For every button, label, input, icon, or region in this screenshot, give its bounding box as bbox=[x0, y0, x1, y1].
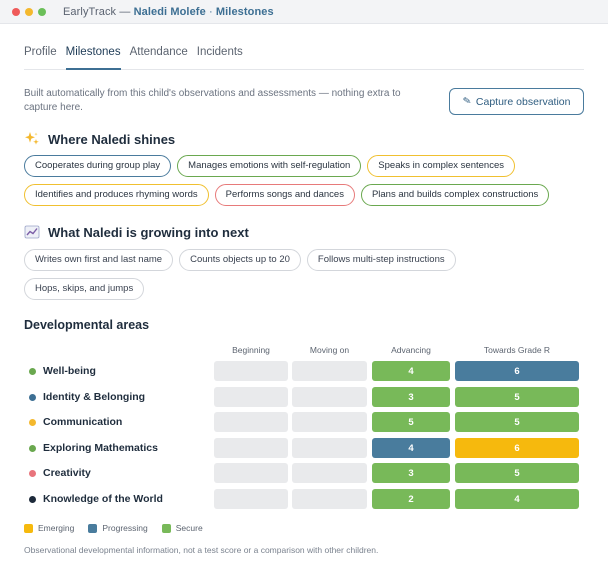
legend-label-secure: Secure bbox=[175, 523, 203, 533]
empty-cell bbox=[292, 463, 367, 483]
legend-item-progressing: Progressing bbox=[88, 523, 148, 533]
score-cell: 5 bbox=[455, 412, 579, 432]
next-step-chip: Writes own first and last name bbox=[24, 249, 174, 271]
title-separator: — bbox=[119, 5, 131, 18]
legend: Emerging Progressing Secure bbox=[24, 523, 217, 533]
area-bullet bbox=[29, 418, 36, 426]
title-middot: · bbox=[208, 5, 213, 18]
area-name: Identity & Belonging bbox=[43, 391, 146, 403]
score-cell: 4 bbox=[372, 361, 450, 381]
area-bullet bbox=[29, 469, 36, 477]
intro-text: Built automatically from this child's ob… bbox=[24, 88, 401, 113]
area-name: Creativity bbox=[43, 467, 91, 479]
empty-cell bbox=[214, 438, 288, 458]
growing-chip-list: Writes own first and last name Counts ob… bbox=[24, 249, 584, 307]
app-name: EarlyTrack bbox=[63, 5, 117, 18]
score-cell: 3 bbox=[372, 387, 450, 407]
window-title: EarlyTrack — Naledi Molefe · Milestones bbox=[63, 6, 274, 18]
area-name: Communication bbox=[43, 416, 123, 428]
area-name: Exploring Mathematics bbox=[43, 442, 158, 454]
score-cell: 5 bbox=[455, 463, 579, 483]
section-name: Milestones bbox=[215, 5, 274, 18]
score-cell: 6 bbox=[455, 361, 579, 381]
tab-profile[interactable]: Profile bbox=[24, 38, 57, 70]
legend-item-emerging: Emerging bbox=[24, 523, 74, 533]
shines-heading: Where Naledi shines bbox=[24, 131, 175, 147]
footnote: Observational developmental information,… bbox=[24, 545, 379, 555]
area-name: Knowledge of the World bbox=[43, 493, 163, 505]
title-bar: EarlyTrack — Naledi Molefe · Milestones bbox=[0, 0, 608, 24]
empty-cell bbox=[214, 361, 288, 381]
column-header-towards-grade-r: Towards Grade R bbox=[483, 345, 551, 355]
next-step-chip: Follows multi-step instructions bbox=[306, 249, 456, 271]
area-row-label: Knowledge of the World bbox=[29, 489, 163, 509]
next-step-chip: Counts objects up to 20 bbox=[179, 249, 301, 271]
legend-swatch-progressing bbox=[88, 523, 98, 533]
area-bullet bbox=[29, 444, 36, 452]
tab-attendance[interactable]: Attendance bbox=[130, 38, 188, 70]
strength-chip: Manages emotions with self-regulation bbox=[177, 155, 362, 177]
legend-item-secure: Secure bbox=[161, 523, 203, 533]
score-cell: 5 bbox=[372, 412, 450, 432]
score-cell: 6 bbox=[455, 438, 579, 458]
close-window-button[interactable] bbox=[12, 7, 20, 16]
legend-swatch-emerging bbox=[24, 523, 33, 533]
area-row-label: Identity & Belonging bbox=[29, 387, 145, 407]
area-bullet bbox=[29, 367, 36, 375]
developmental-areas-title: Developmental areas bbox=[24, 318, 150, 332]
pencil-icon: ✎ bbox=[461, 95, 472, 108]
strength-chip: Identifies and produces rhyming words bbox=[24, 184, 209, 206]
shines-chip-list: Cooperates during group play Manages emo… bbox=[24, 155, 584, 213]
empty-cell bbox=[214, 412, 288, 432]
column-header-advancing: Advancing bbox=[391, 345, 431, 355]
area-bullet bbox=[29, 495, 36, 503]
maximize-window-button[interactable] bbox=[38, 7, 46, 16]
shines-title: Where Naledi shines bbox=[48, 131, 176, 147]
score-cell: 2 bbox=[372, 489, 450, 509]
growing-heading: What Naledi is growing into next bbox=[24, 224, 249, 240]
strength-chip: Cooperates during group play bbox=[24, 155, 172, 177]
score-cell: 3 bbox=[372, 463, 450, 483]
app-window: EarlyTrack — Naledi Molefe · Milestones … bbox=[0, 0, 608, 564]
tab-bar: Profile Milestones Attendance Incidents bbox=[24, 38, 584, 70]
capture-observation-button[interactable]: ✎ Capture observation bbox=[449, 88, 584, 115]
tab-milestones[interactable]: Milestones bbox=[65, 38, 121, 70]
strength-chip: Plans and builds complex constructions bbox=[360, 184, 550, 206]
legend-label-emerging: Emerging bbox=[38, 523, 75, 533]
empty-cell bbox=[214, 463, 288, 483]
empty-cell bbox=[292, 438, 367, 458]
column-header-moving-on: Moving on bbox=[309, 345, 350, 355]
empty-cell bbox=[292, 412, 367, 432]
legend-label-progressing: Progressing bbox=[102, 523, 148, 533]
area-name: Well-being bbox=[43, 365, 96, 377]
capture-observation-label: Capture observation bbox=[475, 95, 571, 108]
legend-swatch-secure bbox=[161, 523, 171, 533]
area-row-label: Exploring Mathematics bbox=[29, 438, 158, 458]
child-name: Naledi Molefe bbox=[133, 5, 206, 18]
empty-cell bbox=[214, 489, 288, 509]
chart-line-icon bbox=[24, 225, 40, 239]
growing-title: What Naledi is growing into next bbox=[48, 224, 249, 240]
empty-cell bbox=[292, 489, 367, 509]
empty-cell bbox=[214, 387, 288, 407]
area-bullet bbox=[29, 393, 36, 401]
strength-chip: Performs songs and dances bbox=[214, 184, 355, 206]
area-row-label: Communication bbox=[29, 412, 122, 432]
column-header-beginning: Beginning bbox=[232, 345, 270, 355]
area-row-label: Creativity bbox=[29, 463, 91, 483]
tab-incidents[interactable]: Incidents bbox=[197, 38, 243, 70]
minimize-window-button[interactable] bbox=[25, 7, 33, 16]
next-step-chip: Hops, skips, and jumps bbox=[24, 278, 145, 300]
score-cell: 4 bbox=[455, 489, 579, 509]
sparkles-icon bbox=[25, 132, 39, 145]
empty-cell bbox=[292, 361, 367, 381]
empty-cell bbox=[292, 387, 367, 407]
area-row-label: Well-being bbox=[29, 361, 96, 381]
score-cell: 4 bbox=[372, 438, 450, 458]
strength-chip: Speaks in complex sentences bbox=[367, 155, 515, 177]
score-cell: 5 bbox=[455, 387, 579, 407]
